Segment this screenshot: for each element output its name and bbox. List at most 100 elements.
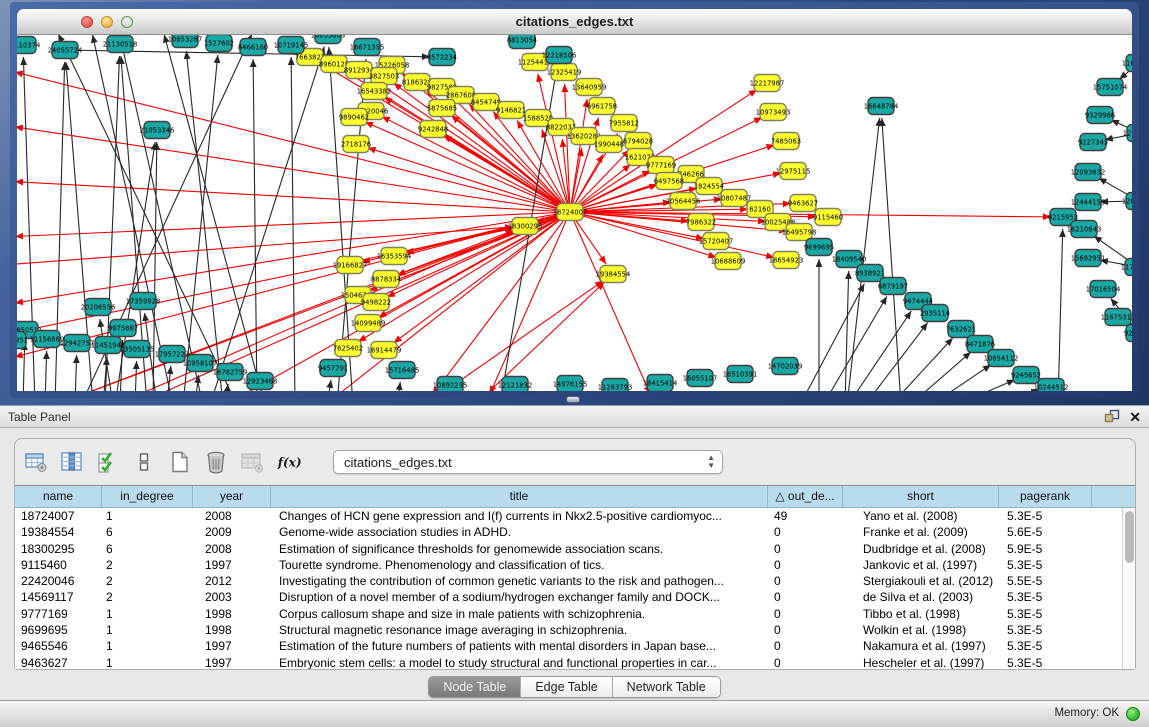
graph-node[interactable]: 10807487 [717, 190, 752, 207]
graph-node[interactable]: 9245022 [1124, 325, 1132, 342]
column-header-in_degree[interactable]: in_degree [102, 486, 193, 507]
graph-node[interactable]: 15751074 [1093, 79, 1128, 96]
table-row[interactable]: 946362711997Embryonic stem cells: a mode… [15, 655, 1135, 669]
table-cell[interactable]: 22420046 [15, 573, 102, 589]
table-cell[interactable]: 0 [768, 655, 843, 669]
citation-edge[interactable] [75, 355, 77, 391]
table-row[interactable]: 911546021997Tourette syndrome. Phenomeno… [15, 557, 1135, 573]
graph-node[interactable]: 9146821 [496, 102, 526, 119]
table-cell[interactable]: 0 [768, 589, 843, 605]
table-cell[interactable]: 6 [102, 541, 193, 557]
table-cell[interactable]: 6 [102, 524, 193, 540]
table-cell[interactable]: 2008 [193, 508, 271, 524]
graph-node[interactable]: 11675312 [1101, 309, 1132, 326]
graph-node[interactable]: 12923468 [243, 373, 278, 390]
graph-node[interactable]: 9115460 [813, 209, 843, 226]
table-cell[interactable]: 0 [768, 524, 843, 540]
citation-edge[interactable] [45, 351, 47, 391]
graph-node[interactable]: 7986322 [686, 214, 716, 231]
graph-node[interactable]: 12218506 [542, 47, 577, 64]
table-cell[interactable]: 2 [102, 573, 193, 589]
citation-network-graph[interactable]: 1872400718300295193845547663822896012889… [17, 35, 1132, 391]
graph-node[interactable]: 16510391 [723, 366, 758, 383]
graph-node[interactable]: 15692951 [1071, 250, 1106, 267]
table-cell[interactable]: 9463627 [15, 655, 102, 669]
graph-node[interactable]: 9457791 [318, 360, 348, 377]
table-row[interactable]: 1830029562008Estimation of significance … [15, 541, 1135, 557]
table-cell[interactable]: 0 [768, 573, 843, 589]
close-panel-icon[interactable]: ✕ [1129, 410, 1141, 424]
graph-node[interactable]: 11283793 [598, 379, 633, 392]
column-header-name[interactable]: name [15, 486, 102, 507]
table-cell[interactable]: 0 [768, 541, 843, 557]
citation-edge[interactable] [327, 380, 331, 391]
citation-edge[interactable] [910, 352, 971, 391]
citation-edge[interactable] [135, 361, 137, 391]
graph-node[interactable]: 13505135 [120, 341, 155, 358]
table-selector-dropdown[interactable]: citations_edges.txt ▲▼ [333, 450, 723, 474]
memory-status-indicator[interactable] [1126, 707, 1140, 721]
graph-node[interactable]: 14976155 [553, 376, 588, 392]
table-cell[interactable]: 5.3E-5 [999, 589, 1092, 605]
graph-node[interactable]: 14702039 [768, 358, 803, 375]
graph-node[interactable]: 11770335 [1121, 259, 1132, 276]
citation-edge[interactable] [23, 342, 25, 391]
citation-edge-red[interactable] [365, 122, 570, 212]
table-row[interactable]: 977716911998Corpus callosum shape and si… [15, 606, 1135, 622]
table-cell[interactable]: Tibbo et al. (1998) [843, 606, 999, 622]
graph-node[interactable]: 2718176 [341, 136, 371, 153]
table-cell[interactable]: 2003 [193, 589, 271, 605]
graph-node[interactable]: 18724007 [553, 204, 588, 221]
graph-node[interactable]: 9699695 [804, 239, 834, 256]
show-columns-button[interactable] [59, 449, 85, 475]
selection-mode-button[interactable] [95, 449, 121, 475]
table-cell[interactable]: Nakamura et al. (1997) [843, 638, 999, 654]
table-cell[interactable]: 0 [768, 606, 843, 622]
delete-columns-button[interactable] [203, 449, 229, 475]
table-cell[interactable]: 9115460 [15, 557, 102, 573]
graph-node[interactable]: 6794028 [623, 133, 653, 150]
graph-node[interactable]: 8466160 [238, 39, 268, 56]
graph-node[interactable]: 8572234 [427, 49, 457, 66]
citation-edge[interactable] [253, 59, 257, 391]
graph-node[interactable]: 24055724 [48, 42, 83, 59]
graph-node[interactable]: 15720407 [699, 233, 734, 250]
graph-node[interactable]: 21053346 [140, 122, 175, 139]
graph-node[interactable]: 8813054 [507, 35, 537, 49]
citation-edge-red[interactable] [570, 212, 774, 257]
column-header-pagerank[interactable]: pagerank [999, 486, 1092, 507]
graph-node[interactable]: 6879197 [878, 278, 908, 295]
graph-node[interactable]: 18300295 [508, 218, 543, 235]
graph-node[interactable]: 16648784 [864, 98, 899, 115]
table-row[interactable]: 1456911722003Disruption of a novel membe… [15, 589, 1135, 605]
table-cell[interactable]: 0 [768, 557, 843, 573]
citation-edge-red[interactable] [425, 281, 603, 391]
table-cell[interactable]: 5.3E-5 [999, 508, 1092, 524]
graph-node[interactable]: 12975115 [776, 163, 811, 180]
table-cell[interactable]: 5.5E-5 [999, 573, 1092, 589]
table-cell[interactable]: 49 [768, 508, 843, 524]
graph-node[interactable]: 8878334 [371, 271, 401, 288]
graph-node[interactable]: 9777169 [646, 157, 676, 174]
table-cell[interactable]: 9699695 [15, 622, 102, 638]
graph-node[interactable]: 12727453 [1123, 125, 1132, 142]
table-vertical-scrollbar[interactable] [1122, 508, 1135, 669]
table-cell[interactable]: Hescheler et al. (1997) [843, 655, 999, 669]
graph-node[interactable]: 16055107 [683, 370, 718, 387]
tab-edge-table[interactable]: Edge Table [521, 677, 612, 697]
graph-node[interactable]: 18415414 [643, 375, 678, 392]
graph-node[interactable]: 6961758 [587, 98, 617, 115]
table-cell[interactable]: Changes of HCN gene expression and I(f) … [271, 508, 768, 524]
graph-node[interactable]: 11617043 [1122, 55, 1132, 72]
citation-edge-red[interactable] [443, 135, 570, 212]
graph-node[interactable]: 14099489 [351, 315, 386, 332]
table-cell[interactable]: 1997 [193, 557, 271, 573]
table-cell[interactable]: 5.6E-5 [999, 524, 1092, 540]
table-cell[interactable]: Genome-wide association studies in ADHD. [271, 524, 768, 540]
table-cell[interactable]: 5.3E-5 [999, 655, 1092, 669]
graph-node[interactable]: 12217987 [750, 75, 785, 92]
splitter-handle[interactable] [566, 396, 580, 403]
graph-node[interactable]: 16210643 [1067, 221, 1102, 238]
table-cell[interactable]: 19384554 [15, 524, 102, 540]
graph-node[interactable]: 20564456 [666, 193, 701, 210]
